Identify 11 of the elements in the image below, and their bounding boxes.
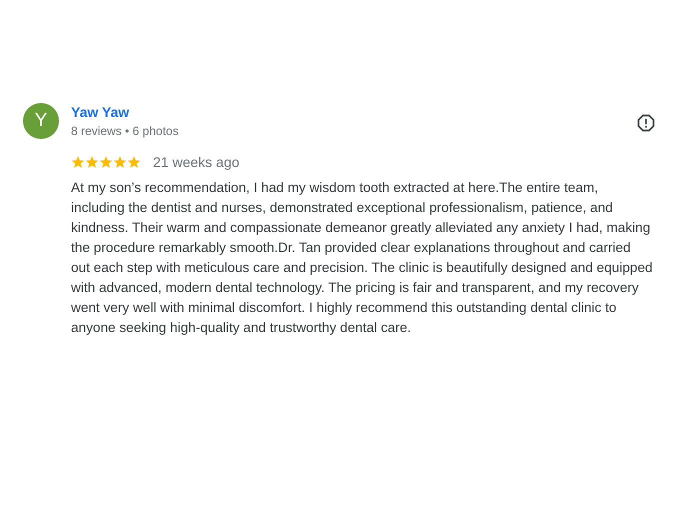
star-icon xyxy=(127,155,141,169)
star-icon xyxy=(99,155,113,169)
review-text: At my son’s recommendation, I had my wisdom tooth extracted at here.The entire team, including the dentist and nurses, demonstrated exceptional professionalism, patience, and kindness. Their warm and compassionate demeanor greatly alleviated any anxiety I had, making the procedure remarkably smooth.Dr. Tan provided clear explanations throughout and carried out each step with meticulous care and precision. The clinic is beautifully designed and equipped with advanced, modern dental technology. The pricing is fair and transparent, and my recovery went very well with minimal discomfort. I highly recommend this outstanding dental clinic to anyone seeking high-quality and trustworthy dental care. xyxy=(71,179,653,337)
review-time: 21 weeks ago xyxy=(153,154,240,170)
avatar[interactable]: Y xyxy=(23,103,59,139)
star-icon xyxy=(71,155,85,169)
report-icon[interactable] xyxy=(636,113,656,133)
author-name[interactable]: Yaw Yaw xyxy=(71,103,179,121)
star-icon xyxy=(85,155,99,169)
star-icon xyxy=(113,155,127,169)
author-meta: 8 reviews • 6 photos xyxy=(71,123,179,140)
